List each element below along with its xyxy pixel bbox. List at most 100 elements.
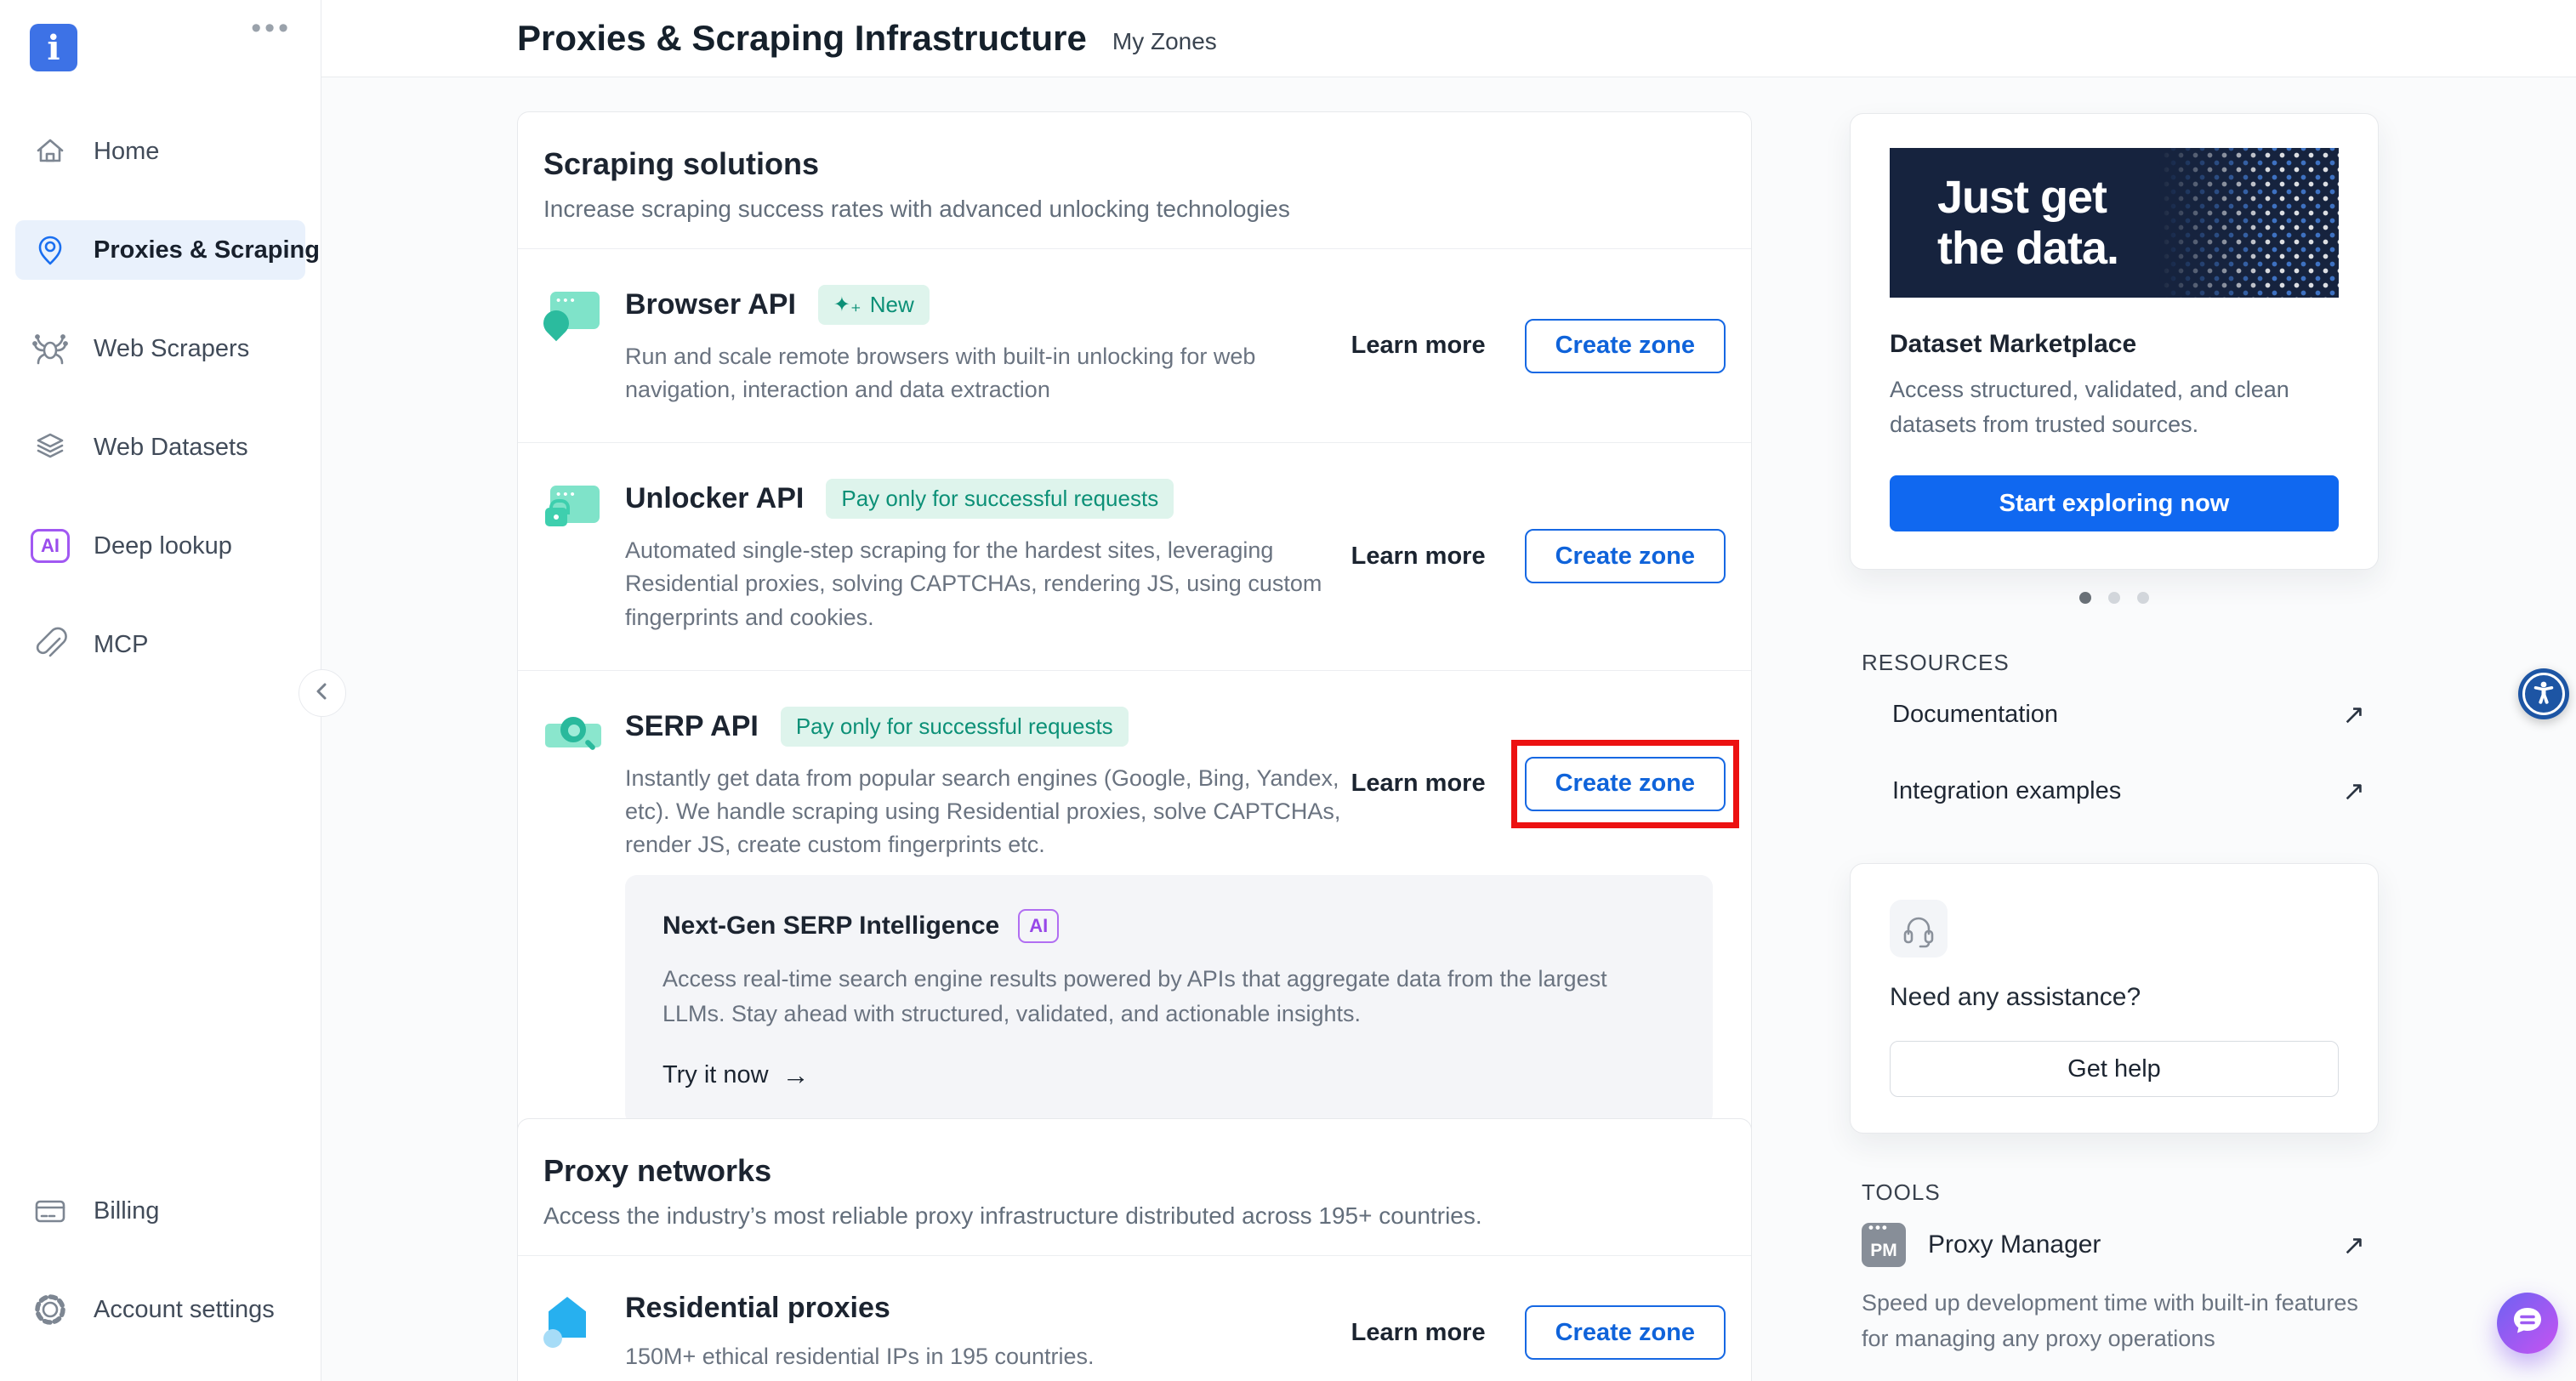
start-exploring-button[interactable]: Start exploring now xyxy=(1890,475,2339,531)
spider-icon xyxy=(31,329,70,368)
carousel-dot[interactable] xyxy=(2137,592,2149,604)
assistance-text: Need any assistance? xyxy=(1890,983,2339,1012)
product-row-residential-proxies: Residential proxies 150M+ ethical reside… xyxy=(518,1256,1751,1381)
proxy-networks-card: Proxy networks Access the industry’s mos… xyxy=(517,1118,1752,1381)
pay-per-success-badge: Pay only for successful requests xyxy=(826,479,1174,519)
sidebar-item-label: Web Scrapers xyxy=(94,335,249,363)
product-description: 150M+ ethical residential IPs in 195 cou… xyxy=(625,1340,1351,1373)
serp-intelligence-panel: Next-Gen SERP Intelligence AI Access rea… xyxy=(625,875,1713,1125)
create-zone-button-serp[interactable]: Create zone xyxy=(1525,757,1726,811)
tool-proxy-manager: ••• PM Proxy Manager ↗ Speed up developm… xyxy=(1850,1223,2379,1357)
sidebar-item-mcp[interactable]: MCP xyxy=(15,615,305,674)
sidebar-item-deep-lookup[interactable]: AI Deep lookup xyxy=(15,516,305,576)
location-pin-icon xyxy=(31,230,70,270)
assistance-card: Need any assistance? Get help xyxy=(1850,863,2379,1134)
paperclip-icon xyxy=(31,625,70,664)
content-area: Scraping solutions Increase scraping suc… xyxy=(321,77,2576,1381)
product-title: Residential proxies xyxy=(625,1292,890,1325)
carousel-dot[interactable] xyxy=(2108,592,2120,604)
external-link-icon: ↗ xyxy=(2342,698,2365,730)
sidebar-item-label: MCP xyxy=(94,631,148,659)
learn-more-link[interactable]: Learn more xyxy=(1351,332,1486,360)
more-menu-icon[interactable]: ••• xyxy=(251,12,292,45)
sidebar-item-label: Account settings xyxy=(94,1296,275,1324)
credit-card-icon xyxy=(31,1191,70,1230)
external-link-icon: ↗ xyxy=(2342,775,2365,807)
scraping-solutions-card: Scraping solutions Increase scraping suc… xyxy=(517,111,1752,1168)
sidebar: i ••• Home Proxies & Scraping Web Scrape… xyxy=(0,0,321,1381)
ai-badge: AI xyxy=(1018,909,1059,943)
accessibility-widget-button[interactable] xyxy=(2518,668,2569,719)
serp-intelligence-title: Next-Gen SERP Intelligence xyxy=(662,912,999,941)
page-title: Proxies & Scraping Infrastructure xyxy=(517,18,1087,59)
serp-api-icon xyxy=(543,707,625,763)
page-header: Proxies & Scraping Infrastructure My Zon… xyxy=(321,0,2576,77)
sidebar-item-account-settings[interactable]: Account settings xyxy=(15,1280,305,1339)
serp-intelligence-description: Access real-time search engine results p… xyxy=(662,962,1675,1031)
resources-label: RESOURCES xyxy=(1850,650,2379,676)
sidebar-item-billing[interactable]: Billing xyxy=(15,1181,305,1241)
ai-badge-icon: AI xyxy=(31,526,70,565)
resource-link-integration-examples[interactable]: Integration examples ↗ xyxy=(1850,753,2379,829)
sidebar-item-web-scrapers[interactable]: Web Scrapers xyxy=(15,319,305,378)
headset-icon xyxy=(1890,900,1948,958)
chevron-left-icon xyxy=(310,679,335,708)
tools-list: ••• PM Proxy Manager ↗ Speed up developm… xyxy=(1850,1223,2379,1381)
product-description: Automated single-step scraping for the h… xyxy=(625,534,1351,634)
create-zone-button[interactable]: Create zone xyxy=(1525,1305,1726,1360)
section-subtitle: Increase scraping success rates with adv… xyxy=(543,196,1726,223)
product-title: Unlocker API xyxy=(625,482,804,515)
product-description: Instantly get data from popular search e… xyxy=(625,762,1351,861)
create-zone-button[interactable]: Create zone xyxy=(1525,529,1726,583)
dataset-marketplace-card: Just get the data. Dataset Marketplace A… xyxy=(1850,113,2379,570)
chat-widget-button[interactable] xyxy=(2497,1293,2558,1354)
carousel-dot[interactable] xyxy=(2079,592,2091,604)
section-subtitle: Access the industry’s most reliable prox… xyxy=(543,1202,1726,1230)
resource-link-documentation[interactable]: Documentation ↗ xyxy=(1850,676,2379,753)
sparkle-icon: ✦₊ xyxy=(833,293,862,317)
create-zone-button[interactable]: Create zone xyxy=(1525,319,1726,373)
sidebar-item-label: Proxies & Scraping xyxy=(94,236,320,264)
gear-icon xyxy=(31,1290,70,1329)
main-area: Proxies & Scraping Infrastructure My Zon… xyxy=(321,0,2576,1381)
product-title: Browser API xyxy=(625,288,796,321)
learn-more-link[interactable]: Learn more xyxy=(1351,543,1486,571)
sidebar-item-proxies-scraping[interactable]: Proxies & Scraping xyxy=(15,220,305,280)
sidebar-item-web-datasets[interactable]: Web Datasets xyxy=(15,418,305,477)
brand-logo-letter: i xyxy=(47,28,60,68)
product-description: Run and scale remote browsers with built… xyxy=(625,340,1351,406)
residential-proxies-icon xyxy=(543,1292,625,1348)
learn-more-link[interactable]: Learn more xyxy=(1351,770,1486,798)
tools-label: TOOLS xyxy=(1850,1179,2379,1206)
get-help-button[interactable]: Get help xyxy=(1890,1041,2339,1097)
sidebar-item-home[interactable]: Home xyxy=(15,122,305,181)
banner-text-line1: Just get xyxy=(1937,172,2339,223)
try-it-now-link[interactable]: Try it now → xyxy=(662,1060,1675,1091)
promo-description: Access structured, validated, and clean … xyxy=(1890,372,2339,441)
promo-banner: Just get the data. xyxy=(1890,148,2339,298)
promo-carousel-dots xyxy=(1850,592,2379,604)
chat-bubble-icon xyxy=(2506,1300,2549,1347)
promo-title: Dataset Marketplace xyxy=(1890,330,2339,359)
section-title: Scraping solutions xyxy=(543,146,1726,182)
learn-more-link[interactable]: Learn more xyxy=(1351,1319,1486,1347)
sidebar-nav: Home Proxies & Scraping Web Scrapers Web… xyxy=(0,122,321,713)
new-badge: ✦₊ New xyxy=(818,285,930,325)
right-sidebar: Just get the data. Dataset Marketplace A… xyxy=(1850,113,2379,1381)
product-row-serp-api: SERP API Pay only for successful request… xyxy=(518,671,1751,870)
sidebar-footer-nav: Billing Account settings xyxy=(0,1181,321,1378)
tool-title: Proxy Manager xyxy=(1928,1230,2320,1259)
home-icon xyxy=(31,132,70,171)
sidebar-collapse-button[interactable] xyxy=(299,669,346,717)
proxy-manager-icon: ••• PM xyxy=(1862,1223,1906,1267)
scraping-solutions-header: Scraping solutions Increase scraping suc… xyxy=(518,112,1751,249)
proxy-networks-header: Proxy networks Access the industry’s mos… xyxy=(518,1119,1751,1256)
product-row-unlocker-api: ••• Unlocker API Pay only for successful… xyxy=(518,443,1751,670)
brand-logo[interactable]: i xyxy=(30,24,77,71)
arrow-right-icon: → xyxy=(782,1060,810,1091)
banner-text-line2: the data. xyxy=(1937,223,2339,274)
unlocker-api-icon: ••• xyxy=(543,479,625,535)
sidebar-item-label: Home xyxy=(94,138,159,166)
page-subtitle: My Zones xyxy=(1112,28,1217,55)
browser-api-icon: ••• xyxy=(543,285,625,341)
